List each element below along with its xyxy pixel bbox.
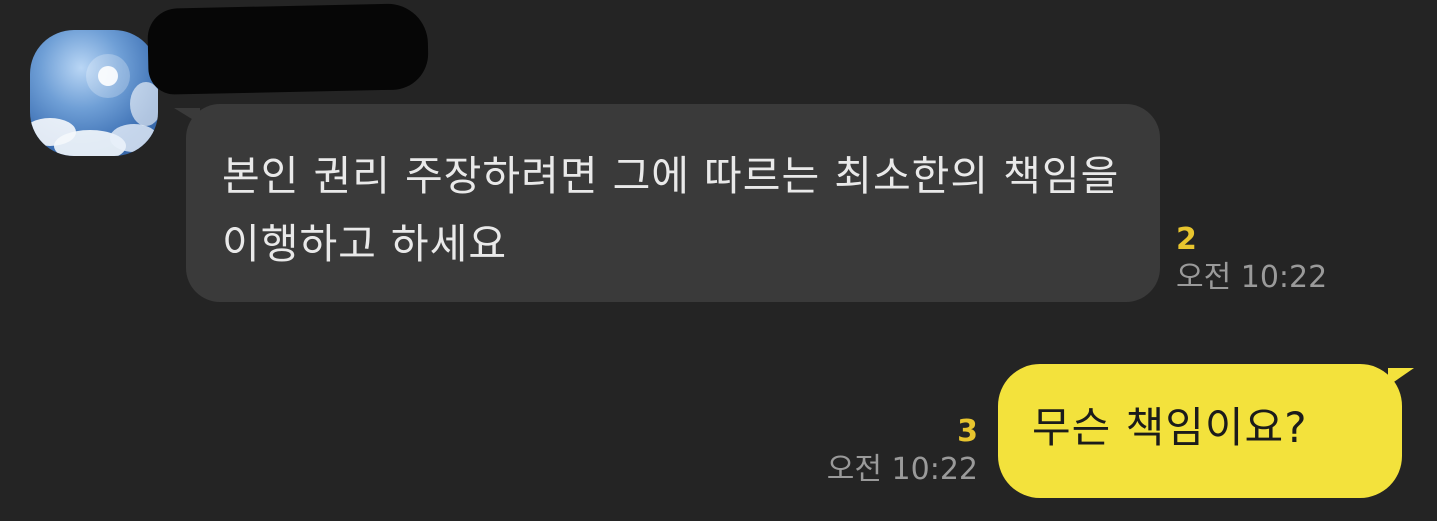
avatar[interactable]	[30, 30, 158, 156]
outgoing-message-meta: 3 오전 10:22	[806, 414, 978, 490]
incoming-message-bubble[interactable]: 본인 권리 주장하려면 그에 따르는 최소한의 책임을 이행하고 하세요	[174, 104, 1160, 302]
redacted-sender-name	[147, 3, 429, 95]
outgoing-timestamp: 오전 10:22	[826, 452, 978, 487]
incoming-timestamp: 오전 10:22	[1176, 260, 1328, 295]
outgoing-message-text: 무슨 책임이요?	[1032, 403, 1308, 452]
incoming-message-meta: 2 오전 10:22	[1176, 222, 1327, 298]
sky-photo-avatar-icon	[30, 54, 158, 156]
incoming-message-text: 본인 권리 주장하려면 그에 따르는 최소한의 책임을 이행하고 하세요	[222, 152, 1120, 268]
outgoing-unread-count: 3	[957, 414, 978, 449]
incoming-unread-count: 2	[1176, 222, 1197, 257]
outgoing-message-bubble[interactable]: 무슨 책임이요?	[998, 364, 1414, 498]
